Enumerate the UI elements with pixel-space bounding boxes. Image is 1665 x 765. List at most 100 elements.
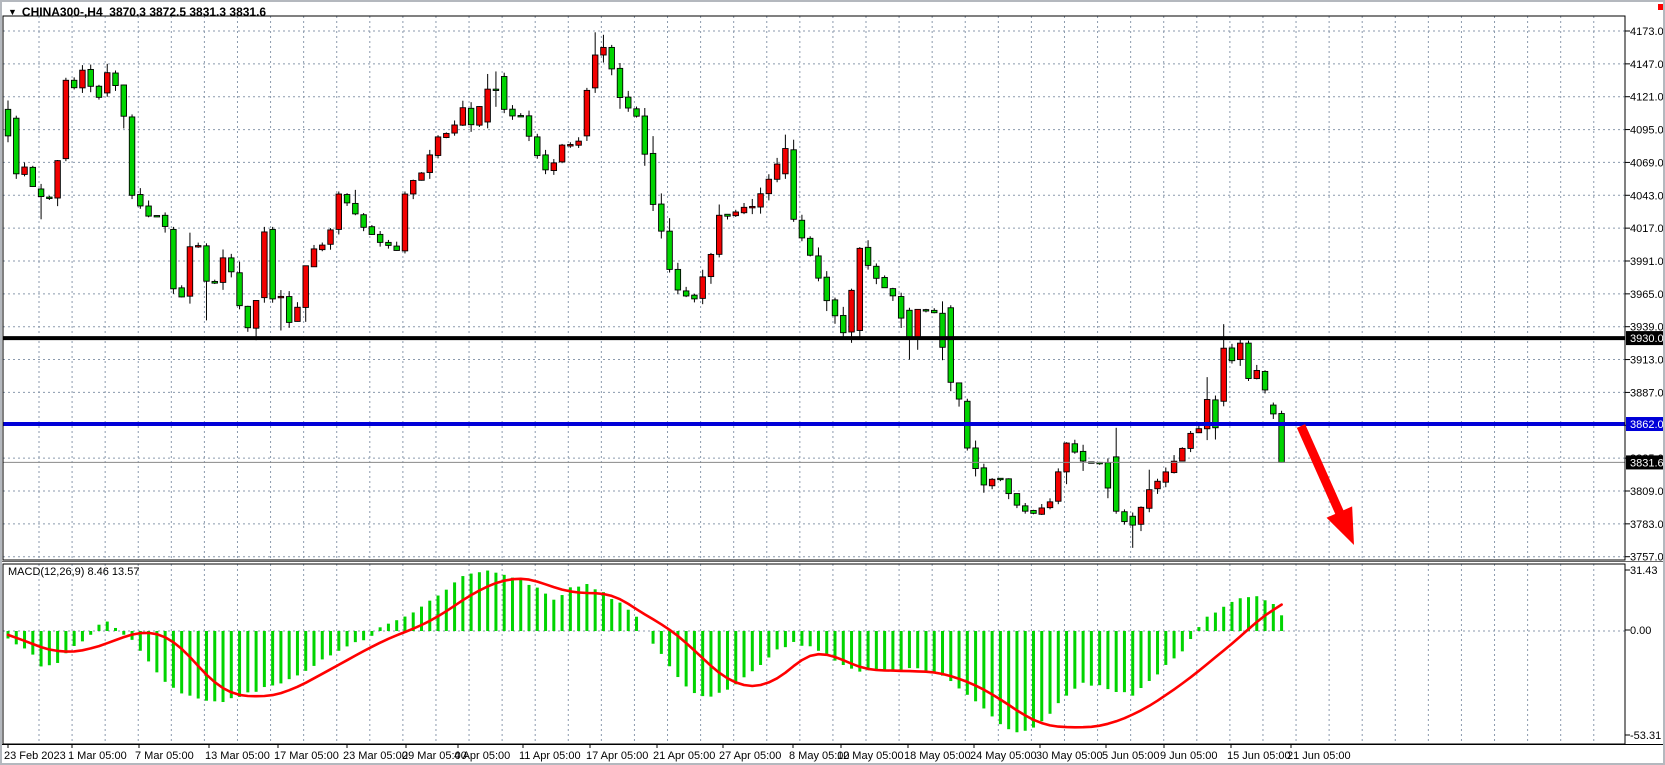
candle-down	[71, 80, 77, 87]
candle-up	[1056, 472, 1062, 501]
macd-bar	[751, 631, 754, 671]
macd-bar	[279, 631, 282, 683]
candle-down	[923, 310, 929, 311]
macd-bar	[784, 631, 787, 647]
macd-bar	[610, 599, 613, 631]
candle-down	[683, 291, 689, 296]
chart-canvas[interactable]: 3757.03783.03809.03835.03861.03887.03913…	[2, 2, 1665, 765]
macd-bar	[296, 631, 299, 675]
candle-down	[931, 310, 937, 312]
candle-up	[1196, 429, 1202, 433]
macd-bar	[180, 631, 183, 693]
macd-bar	[668, 631, 671, 666]
candle-down	[626, 97, 632, 108]
macd-bar	[1015, 631, 1018, 732]
macd-bar	[106, 622, 109, 631]
time-axis-label: 18 May 05:00	[904, 750, 971, 762]
macd-bar	[1139, 631, 1142, 688]
macd-bar	[792, 631, 795, 642]
candle-up	[1254, 370, 1260, 378]
candle-down	[1271, 405, 1277, 414]
candle-down	[394, 246, 400, 250]
macd-indicator-label: MACD(12,26,9) 8.46 13.57	[8, 566, 139, 578]
macd-bar	[743, 631, 746, 677]
macd-bar	[395, 620, 398, 631]
macd-axis-label: 31.43	[1630, 565, 1658, 577]
candle-up	[452, 125, 458, 133]
macd-bar	[701, 631, 704, 696]
time-axis-label: 24 May 05:00	[970, 750, 1037, 762]
candle-down	[162, 215, 168, 226]
trading-chart-window: 3757.03783.03809.03835.03861.03887.03913…	[0, 0, 1665, 765]
macd-bar	[817, 631, 820, 651]
macd-bar	[188, 631, 191, 696]
price-axis-label: 3887.0	[1630, 387, 1664, 399]
candle-down	[5, 109, 11, 136]
macd-bar	[470, 574, 473, 631]
candle-down	[890, 289, 896, 296]
candle-up	[427, 155, 433, 173]
macd-bar	[867, 631, 870, 670]
macd-bar	[875, 631, 878, 670]
candle-up	[1155, 481, 1161, 488]
price-axis-label: 3913.0	[1630, 355, 1664, 367]
candle-down	[874, 266, 880, 278]
time-axis-label: 15 Jun 05:00	[1227, 750, 1291, 762]
price-axis-label: 3757.0	[1630, 552, 1664, 564]
macd-bar	[933, 631, 936, 672]
candle-down	[791, 150, 797, 220]
macd-bar	[1255, 596, 1258, 631]
candle-down	[1080, 451, 1086, 461]
time-axis-label: 11 Apr 05:00	[519, 750, 581, 762]
time-axis-label: 1 Mar 05:00	[68, 750, 127, 762]
candle-down	[1031, 510, 1037, 513]
macd-bar	[354, 631, 357, 642]
candle-down	[1262, 371, 1268, 390]
macd-bar	[387, 624, 390, 631]
candle-up	[419, 173, 425, 180]
candle-up	[716, 215, 722, 254]
price-axis-label: 3965.0	[1630, 289, 1664, 301]
candle-down	[675, 269, 681, 290]
price-axis-label: 4095.0	[1630, 125, 1664, 137]
candle-down	[179, 288, 185, 297]
candle-down	[386, 242, 392, 245]
candle-up	[741, 207, 747, 212]
macd-bar	[511, 578, 514, 631]
macd-bar	[271, 631, 274, 685]
macd-bar	[1057, 631, 1060, 703]
macd-bar	[552, 600, 555, 631]
macd-bar	[1073, 631, 1076, 689]
macd-bar	[1214, 613, 1217, 631]
candle-down	[816, 256, 822, 278]
candle-down	[518, 116, 524, 117]
macd-bar	[974, 631, 977, 701]
macd-bar	[585, 584, 588, 631]
candle-down	[468, 108, 474, 124]
candle-up	[758, 194, 764, 207]
time-axis-label: 23 Feb 2023	[4, 750, 66, 762]
candle-down	[47, 197, 53, 198]
corner-marker	[1658, 4, 1665, 10]
macd-bar	[949, 631, 952, 681]
macd-bar	[561, 595, 564, 631]
macd-bar	[759, 631, 762, 665]
candle-down	[88, 69, 94, 86]
candle-down	[1229, 348, 1235, 361]
price-axis-label: 4017.0	[1630, 223, 1664, 235]
macd-bar	[230, 631, 233, 698]
candle-down	[493, 89, 499, 90]
macd-bar	[924, 631, 927, 671]
candle-up	[410, 180, 416, 193]
candle-up	[576, 141, 582, 145]
chevron-down-icon[interactable]: ▼	[8, 7, 17, 17]
candle-down	[824, 277, 830, 300]
candle-down	[907, 310, 913, 338]
candle-up	[63, 80, 69, 158]
candle-down	[138, 195, 144, 206]
time-axis-label: 12 May 05:00	[837, 750, 904, 762]
time-axis-label: 17 Mar 05:00	[274, 750, 339, 762]
price-axis-label: 4069.0	[1630, 157, 1664, 169]
macd-bar	[767, 631, 770, 657]
macd-bar	[337, 631, 340, 651]
